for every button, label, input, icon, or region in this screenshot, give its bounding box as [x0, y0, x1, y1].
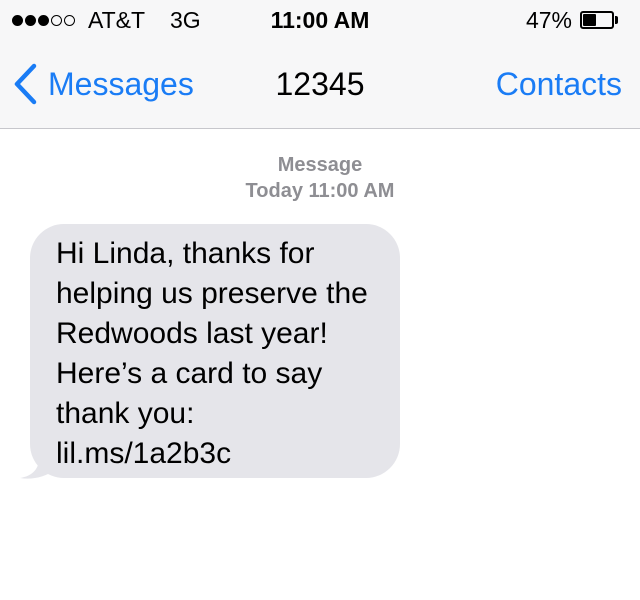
navigation-bar: Messages 12345 Contacts [0, 40, 640, 128]
message-text-line: Hi Linda, thanks for [56, 237, 315, 270]
message-text-line: thank you: [56, 397, 195, 430]
incoming-message[interactable]: Hi Linda, thanks for helping us preserve… [18, 224, 402, 480]
thread-header: Message Today 11:00 AM [0, 152, 640, 204]
message-text-line: Redwoods last year! [56, 317, 328, 350]
top-header: AT&T 3G 11:00 AM 47% Messages 12345 Cont… [0, 0, 640, 129]
service-label: Message [277, 154, 363, 176]
message-bubble: Hi Linda, thanks for helping us preserve… [30, 224, 400, 478]
message-timestamp: Today 11:00 AM [245, 180, 395, 202]
message-link[interactable]: lil.ms/1a2b3c [56, 434, 388, 474]
back-to-messages-button[interactable]: Messages [12, 62, 194, 106]
battery-icon [580, 11, 620, 29]
battery-level-fill [583, 14, 596, 26]
chevron-left-icon [14, 63, 37, 105]
battery-tip [615, 16, 618, 24]
status-bar: AT&T 3G 11:00 AM 47% [0, 0, 640, 40]
messages-screen: AT&T 3G 11:00 AM 47% Messages 12345 Cont… [0, 0, 640, 600]
message-text-line: helping us preserve the [56, 277, 368, 310]
message-text-line: Here’s a card to say [56, 357, 323, 390]
contacts-button[interactable]: Contacts [496, 62, 622, 106]
back-button-label: Messages [48, 66, 194, 102]
battery-percent: 47% [525, 7, 572, 33]
